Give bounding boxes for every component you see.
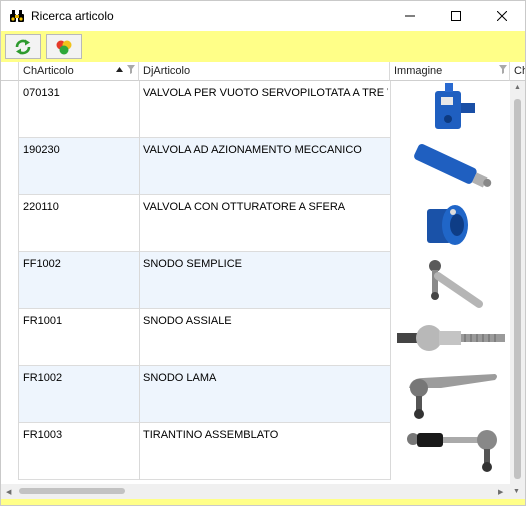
blade-joint-image (409, 374, 497, 419)
table-row[interactable]: 190230 VALVOLA AD AZIONAMENTO MECCANICO (1, 138, 510, 195)
row-selector[interactable] (1, 81, 19, 138)
axial-joint-image (397, 325, 505, 351)
vertical-scroll-thumb[interactable] (514, 99, 521, 479)
column-header-immagine[interactable]: Immagine (390, 62, 510, 81)
article-description: TIRANTINO ASSEMBLATO (143, 429, 279, 441)
refresh-button[interactable] (5, 34, 41, 59)
minimize-button[interactable] (387, 1, 433, 31)
articles-grid: ChArticolo DjArticolo Immagine Ch 070131… (1, 62, 525, 484)
article-code: 220110 (23, 201, 59, 213)
close-icon (497, 11, 507, 21)
table-row[interactable]: FF1002 SNODO SEMPLICE (1, 252, 510, 309)
binoculars-icon (10, 10, 24, 22)
vertical-scrollbar[interactable]: ▲ (510, 81, 525, 484)
horizontal-scrollbar[interactable]: ◀ ▶ ▼ (1, 484, 525, 499)
article-code: 070131 (23, 87, 60, 99)
table-row[interactable]: FR1003 TIRANTINO ASSEMBLATO (1, 423, 510, 480)
column-header-ch[interactable]: Ch (510, 62, 525, 81)
table-row[interactable]: 070131 VALVOLA PER VUOTO SERVOPILOTATA A… (1, 81, 510, 138)
toolbar (1, 31, 525, 62)
blue-solenoid-valve-image (435, 83, 475, 129)
article-image (390, 423, 510, 480)
blue-mechanical-valve-image (414, 144, 492, 188)
article-image (390, 252, 510, 309)
article-description: VALVOLA PER VUOTO SERVOPILOTATA A TRE VI… (143, 87, 388, 99)
article-description: SNODO LAMA (143, 372, 217, 384)
sort-ascending-icon (116, 67, 123, 72)
filter-icon[interactable] (499, 65, 507, 74)
title-bar[interactable]: Ricerca articolo (1, 1, 525, 31)
color-balls-icon (56, 40, 72, 54)
color-balls-button[interactable] (46, 34, 82, 59)
article-description: SNODO SEMPLICE (143, 258, 243, 270)
column-header-label: DjArticolo (143, 65, 191, 77)
row-selector[interactable] (1, 366, 19, 423)
refresh-icon (15, 39, 31, 54)
status-strip (1, 499, 525, 505)
column-header-chartarticolo[interactable]: ChArticolo (19, 62, 139, 81)
row-selector-header (1, 62, 19, 81)
scroll-down-icon[interactable]: ▼ (513, 488, 520, 495)
article-code: FR1002 (23, 372, 63, 384)
article-description: VALVOLA CON OTTURATORE A SFERA (143, 201, 346, 213)
blue-ball-valve-image (427, 205, 468, 245)
row-selector[interactable] (1, 309, 19, 366)
horizontal-scroll-thumb[interactable] (19, 488, 125, 494)
article-code: FF1002 (23, 258, 61, 270)
maximize-button[interactable] (433, 1, 479, 31)
article-image (390, 138, 510, 195)
table-row[interactable]: FR1001 SNODO ASSIALE (1, 309, 510, 366)
article-image (390, 366, 510, 423)
row-selector[interactable] (1, 138, 19, 195)
article-image (390, 195, 510, 252)
row-selector[interactable] (1, 195, 19, 252)
minimize-icon (405, 15, 415, 17)
column-header-label: Immagine (394, 65, 443, 77)
article-image (390, 309, 510, 366)
scroll-right-icon[interactable]: ▶ (498, 488, 503, 496)
article-description: VALVOLA AD AZIONAMENTO MECCANICO (143, 144, 362, 156)
article-image (390, 81, 510, 138)
row-selector[interactable] (1, 252, 19, 309)
article-code: 190230 (23, 144, 60, 156)
tie-rod-assembly-image (407, 430, 497, 472)
scroll-left-icon[interactable]: ◀ (6, 488, 11, 496)
ball-joint-image (429, 260, 483, 308)
table-row[interactable]: 220110 VALVOLA CON OTTURATORE A SFERA (1, 195, 510, 252)
article-code: FR1003 (23, 429, 63, 441)
close-button[interactable] (479, 1, 525, 31)
article-code: FR1001 (23, 315, 63, 327)
table-row[interactable]: FR1002 SNODO LAMA (1, 366, 510, 423)
column-header-label: Ch (514, 65, 525, 77)
search-article-window: Ricerca articolo ChArticolo DjArticolo I… (0, 0, 526, 506)
scroll-up-icon[interactable]: ▲ (514, 84, 521, 91)
window-title: Ricerca articolo (31, 9, 114, 23)
column-header-djarticolo[interactable]: DjArticolo (139, 62, 390, 81)
column-header-label: ChArticolo (23, 65, 74, 77)
filter-icon[interactable] (127, 65, 135, 74)
article-description: SNODO ASSIALE (143, 315, 232, 327)
maximize-icon (451, 11, 461, 21)
row-selector[interactable] (1, 423, 19, 480)
